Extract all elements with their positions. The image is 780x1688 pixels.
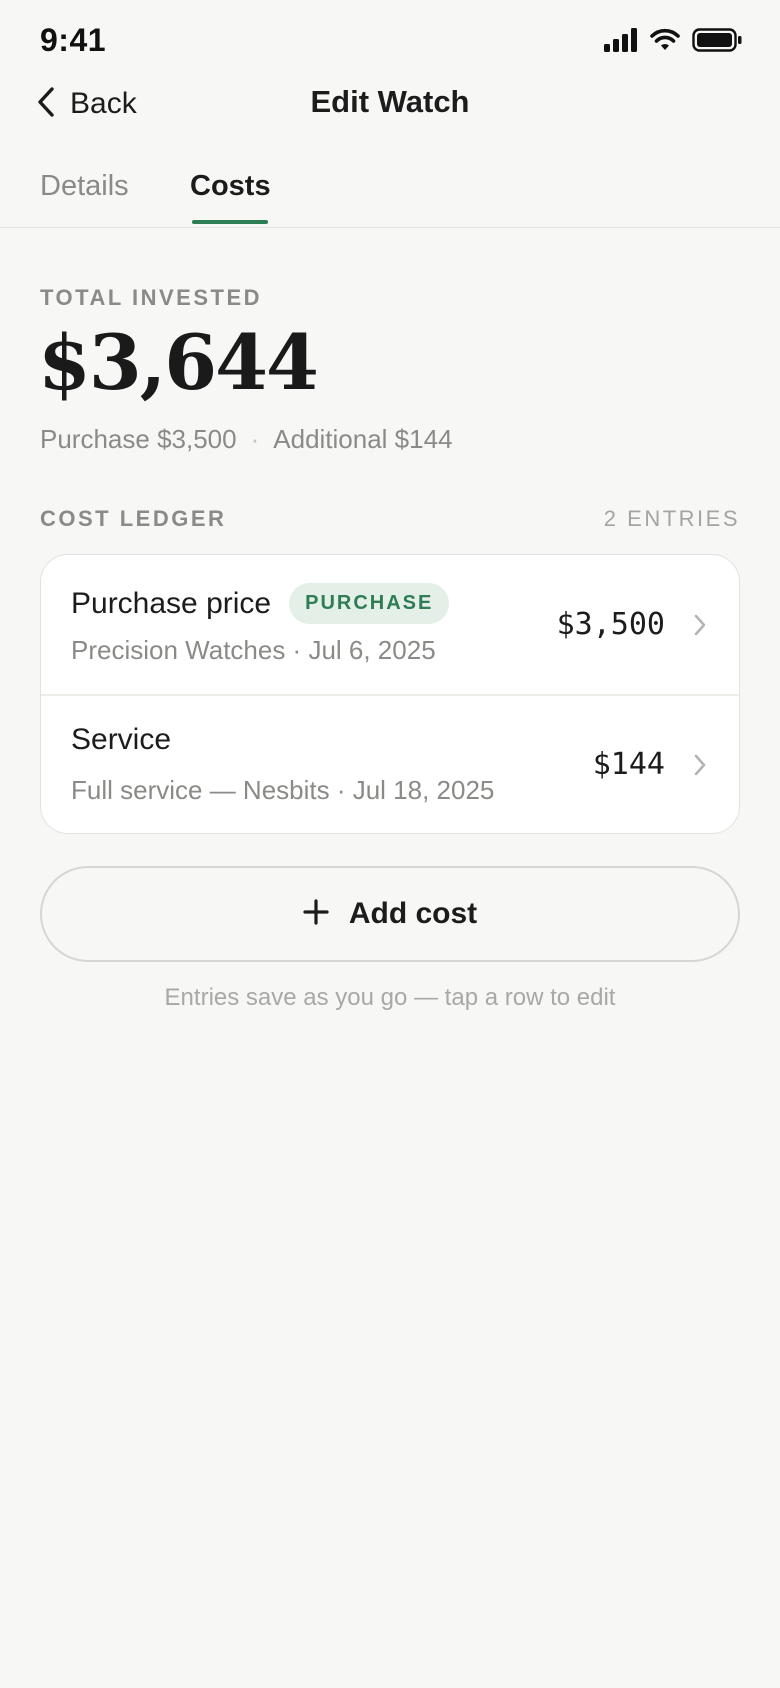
purchase-subtotal: Purchase $3,500 bbox=[40, 424, 237, 454]
row-title-line: Service bbox=[71, 723, 171, 757]
status-time: 9:41 bbox=[40, 22, 107, 58]
total-invested-amount: $3,644 bbox=[38, 318, 319, 407]
navigation-bar: Back Edit Watch bbox=[0, 76, 780, 132]
row-subtitle: Full service — Nesbits · Jul 18, 2025 bbox=[71, 775, 495, 805]
breakdown-separator: · bbox=[250, 424, 260, 454]
active-tab-indicator bbox=[192, 220, 268, 224]
plus-icon bbox=[303, 898, 329, 930]
edit-hint: Entries save as you go — tap a row to ed… bbox=[164, 984, 616, 1011]
ledger-entry-count: 2 ENTRIES bbox=[603, 506, 740, 531]
total-breakdown: Purchase $3,500 · Additional $144 bbox=[40, 424, 453, 455]
page-title: Edit Watch bbox=[310, 84, 470, 119]
wifi-icon bbox=[650, 28, 680, 52]
row-title: Service bbox=[71, 723, 172, 756]
ledger-heading: COST LEDGER bbox=[40, 506, 227, 531]
row-title-line: Purchase price PURCHASE bbox=[71, 583, 450, 624]
add-cost-label: Add cost bbox=[348, 897, 478, 930]
chevron-right-icon bbox=[693, 753, 707, 782]
purchase-badge: PURCHASE bbox=[289, 583, 450, 624]
ledger-header: COST LEDGER 2 ENTRIES bbox=[40, 506, 740, 532]
tab-bar: Details Costs bbox=[0, 160, 780, 228]
row-amount: $3,500 bbox=[556, 607, 665, 642]
total-invested-label: TOTAL INVESTED bbox=[40, 285, 263, 310]
edit-watch-screen: 9:41 Back Edit Watch Details Costs TOTAL… bbox=[0, 0, 780, 1688]
row-subtitle: Precision Watches · Jul 6, 2025 bbox=[71, 635, 436, 665]
row-amount: $144 bbox=[592, 747, 665, 782]
additional-subtotal: Additional $144 bbox=[273, 424, 453, 454]
tab-costs[interactable]: Costs bbox=[190, 170, 271, 203]
status-icons bbox=[604, 28, 742, 52]
row-title: Purchase price bbox=[71, 586, 272, 620]
ledger-card: Purchase price PURCHASE Precision Watche… bbox=[40, 554, 740, 834]
status-bar: 9:41 bbox=[0, 0, 780, 84]
ledger-row-purchase[interactable]: Purchase price PURCHASE Precision Watche… bbox=[41, 555, 739, 694]
add-cost-button[interactable]: Add cost bbox=[40, 866, 740, 962]
tab-details[interactable]: Details bbox=[40, 170, 129, 203]
battery-icon bbox=[692, 28, 742, 52]
ledger-row-service[interactable]: Service Full service — Nesbits · Jul 18,… bbox=[41, 695, 739, 833]
signal-icon bbox=[604, 28, 638, 52]
chevron-right-icon bbox=[693, 613, 707, 642]
